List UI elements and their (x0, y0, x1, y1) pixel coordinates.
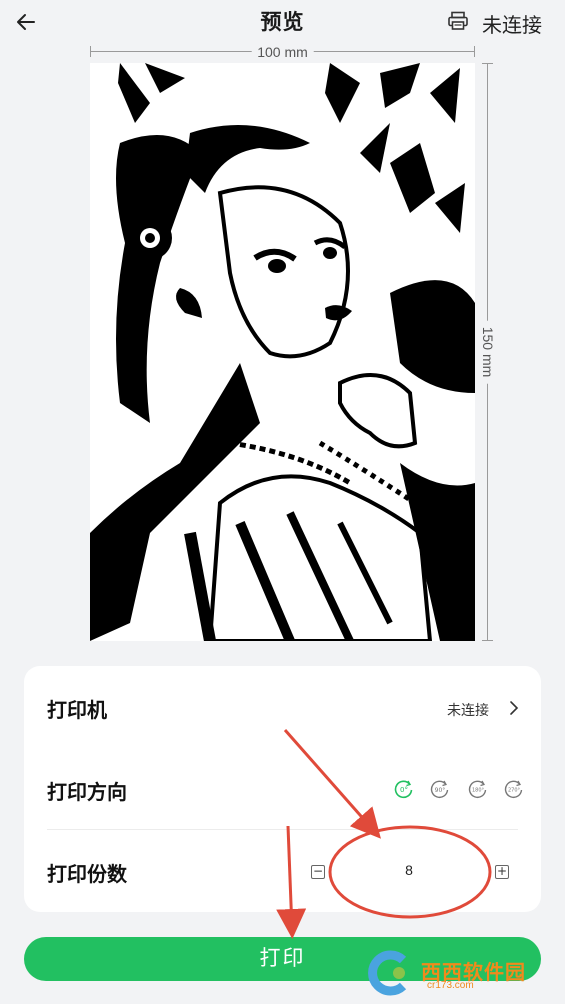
svg-text:180°: 180° (472, 788, 485, 794)
illustration-image (90, 63, 475, 641)
printer-label: 打印机 (47, 700, 107, 722)
connection-status[interactable]: 未连接 (482, 9, 542, 38)
printer-icon[interactable] (447, 11, 469, 31)
decrement-button[interactable]: − (311, 865, 325, 879)
page-title: 预览 (260, 11, 305, 34)
printer-row[interactable]: 打印机 未连接 (24, 666, 541, 748)
increment-button[interactable]: + (495, 865, 509, 879)
rotate-180-icon[interactable]: 180° (468, 779, 488, 799)
rotate-0-icon[interactable]: 0° (394, 779, 414, 799)
height-dimension: 150 mm (480, 63, 496, 641)
printer-status: 未连接 (447, 702, 489, 718)
copies-row: 打印份数 − 8 + (24, 830, 541, 912)
copies-value[interactable]: 8 (404, 862, 414, 878)
svg-text:0°: 0° (400, 786, 408, 794)
watermark-sub: cr173.com (427, 980, 474, 991)
chevron-right-icon[interactable] (507, 700, 521, 716)
svg-text:90°: 90° (435, 787, 446, 794)
width-dimension: 100 mm (90, 44, 475, 60)
rotate-270-icon[interactable]: 270° (504, 779, 524, 799)
print-preview-image (90, 63, 475, 641)
height-label: 150 mm (480, 320, 496, 384)
rotate-90-icon[interactable]: 90° (430, 779, 450, 799)
top-bar: 预览 未连接 (0, 0, 565, 42)
print-settings-card: 打印机 未连接 打印方向 0° 90° 180° 270° 打印份数 − 8 + (24, 666, 541, 912)
watermark-c-icon (368, 950, 407, 996)
svg-text:270°: 270° (508, 788, 521, 794)
watermark-logo: 西西软件园 cr173.com (363, 950, 553, 998)
orientation-label: 打印方向 (47, 782, 127, 804)
copies-label: 打印份数 (47, 864, 127, 886)
width-label: 100 mm (251, 44, 314, 60)
orientation-row: 打印方向 0° 90° 180° 270° (24, 748, 541, 830)
